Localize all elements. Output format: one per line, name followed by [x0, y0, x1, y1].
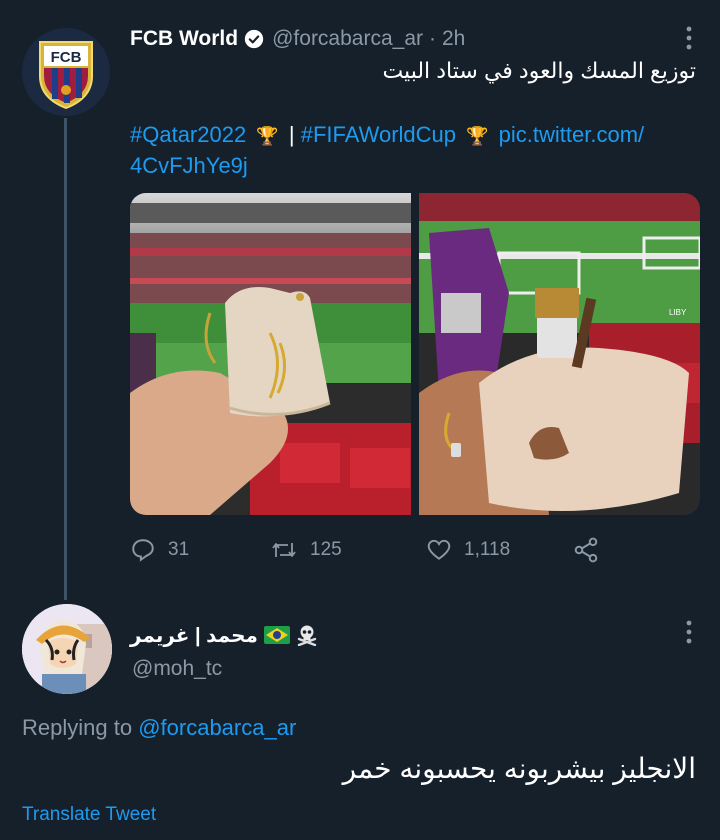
fcb-world-avatar[interactable]: FCB [22, 28, 110, 116]
thread-line [64, 118, 67, 600]
reply-user-handle[interactable]: @moh_tc [132, 657, 222, 681]
trophy-gold-icon: 🏆 [466, 126, 489, 146]
photo-stadium-pouch[interactable] [130, 193, 411, 515]
timestamp[interactable]: 2h [442, 27, 465, 51]
reply-user-avatar[interactable] [22, 604, 112, 694]
pic-link-part1[interactable]: pic.twitter.com/ [499, 122, 644, 147]
like-icon [427, 539, 451, 560]
retweet-count: 125 [310, 539, 342, 560]
user-handle[interactable]: @forcabarca_ar [272, 27, 423, 51]
hashtag-separator: | [288, 122, 295, 147]
verified-badge-icon [244, 29, 264, 49]
tweet-actions: 31 125 1,118 [130, 535, 630, 565]
share-action[interactable] [572, 536, 612, 564]
replying-to-line: Replying to @forcabarca_ar [22, 715, 296, 741]
fcb-crest-icon: FCB [22, 28, 110, 116]
brazil-flag-icon [263, 626, 290, 644]
reply-action[interactable]: 31 [130, 537, 270, 563]
skull-crossbones-icon [297, 625, 317, 646]
anime-avatar-image [22, 604, 112, 694]
pic-link-part2[interactable]: 4CvFJhYe9j [130, 153, 248, 178]
replying-prefix: Replying to [22, 715, 133, 740]
reply-count: 31 [168, 539, 190, 560]
retweet-action[interactable]: 125 [270, 537, 426, 563]
replying-to-mention[interactable]: @forcabarca_ar [138, 715, 296, 740]
perfume-pouch-image: LIBY [419, 193, 700, 515]
reply-display-name[interactable]: محمد | غريمر [130, 623, 258, 648]
hashtag-qatar2022[interactable]: #Qatar2022 [130, 122, 246, 147]
reply-header: محمد | غريمر [130, 622, 318, 648]
translate-tweet-link[interactable]: Translate Tweet [22, 804, 156, 826]
like-count: 1,118 [464, 539, 511, 560]
media-grid: LIBY [130, 193, 700, 515]
tweet-header: FCB World @forcabarca_ar · 2h [130, 24, 465, 54]
share-icon [574, 537, 598, 563]
reply-more-options-icon[interactable] [686, 620, 692, 644]
like-action[interactable]: 1,118 [426, 537, 572, 563]
stadium-pouch-image [130, 193, 411, 515]
more-options-icon[interactable] [686, 26, 692, 50]
reply-text: الانجليز بيشربونه يحسبونه خمر [342, 753, 696, 784]
photo-jersey-label: LIBY [669, 308, 687, 317]
reply-icon [132, 539, 154, 562]
photo-perfume-pouch[interactable]: LIBY [419, 193, 700, 515]
display-name[interactable]: FCB World [130, 27, 238, 51]
trophy-icon: 🏆 [256, 126, 279, 146]
tweet-text: توزيع المسك والعود في ستاد البيت [382, 58, 696, 83]
fcb-crest-text: FCB [51, 49, 82, 66]
hashtag-fifaworldcup[interactable]: #FIFAWorldCup [301, 122, 456, 147]
separator-dot: · [429, 27, 436, 50]
retweet-icon [272, 543, 296, 557]
tweet-hashtags: #Qatar2022 🏆 | #FIFAWorldCup 🏆 pic.twitt… [130, 120, 700, 181]
